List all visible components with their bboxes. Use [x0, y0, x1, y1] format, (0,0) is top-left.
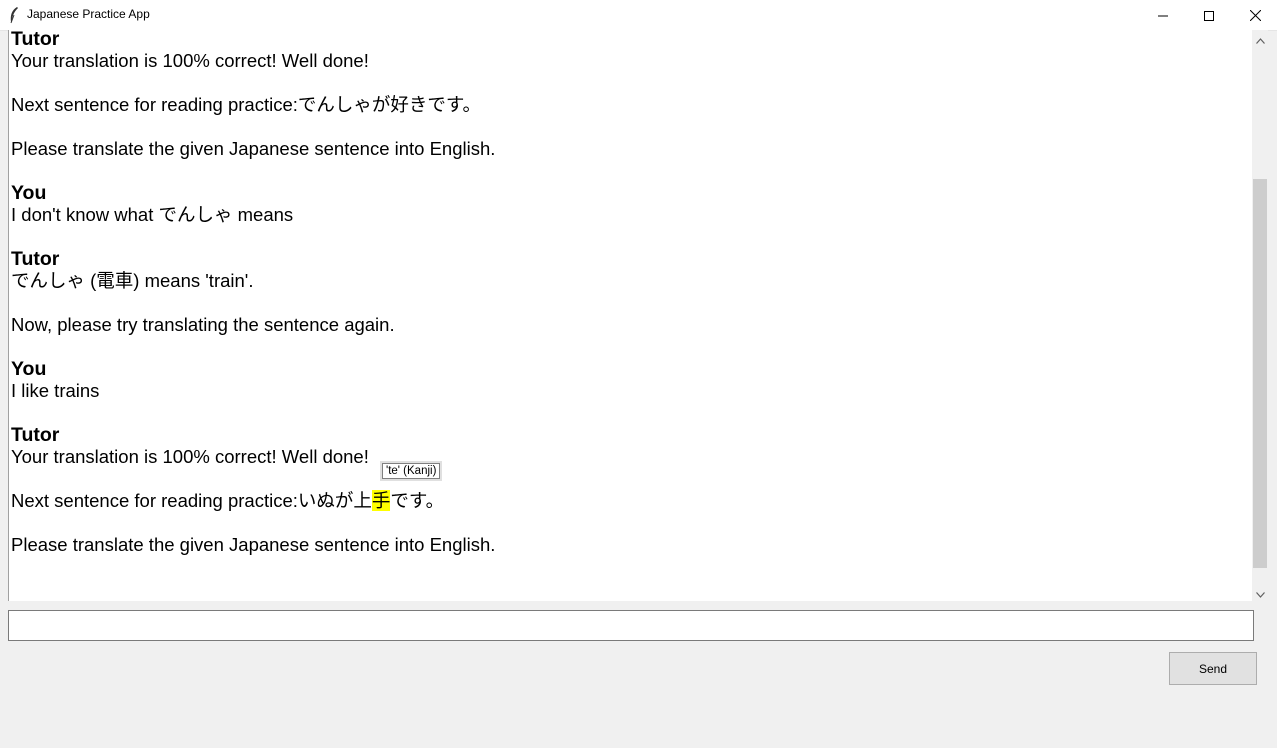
- practice-sentence-line: Next sentence for reading practice:いぬが上手…: [11, 490, 1241, 512]
- speaker-label: Tutor: [11, 248, 60, 270]
- scroll-thumb[interactable]: [1253, 178, 1267, 568]
- practice-text-end: です。: [390, 490, 445, 511]
- feather-icon: [8, 6, 20, 24]
- message-line: でんしゃ (電車) means 'train'.: [11, 270, 254, 291]
- window-title: Japanese Practice App: [27, 7, 150, 21]
- chevron-down-icon: [1255, 583, 1265, 602]
- scroll-down-button[interactable]: [1252, 584, 1268, 601]
- chat-scrollbar[interactable]: [1252, 30, 1268, 601]
- message-line: Please translate the given Japanese sent…: [11, 534, 496, 555]
- practice-text: Next sentence for reading practice:いぬが上: [11, 490, 372, 511]
- message-input[interactable]: [8, 610, 1254, 641]
- message-list: Tutor Your translation is 100% correct! W…: [11, 30, 1241, 556]
- close-button[interactable]: [1232, 0, 1277, 30]
- speaker-label: You: [11, 182, 47, 204]
- chat-log[interactable]: Tutor Your translation is 100% correct! W…: [8, 30, 1253, 601]
- message-line: Your translation is 100% correct! Well d…: [11, 50, 369, 71]
- speaker-label: Tutor: [11, 424, 60, 446]
- scroll-up-button[interactable]: [1252, 30, 1268, 47]
- title-bar: Japanese Practice App: [0, 0, 1277, 31]
- speaker-label: Tutor: [11, 30, 60, 50]
- minimize-button[interactable]: [1140, 0, 1186, 30]
- send-button[interactable]: Send: [1169, 652, 1257, 685]
- message-line: I don't know what でんしゃ means: [11, 204, 294, 225]
- message-line: I like trains: [11, 380, 100, 401]
- highlighted-kanji[interactable]: 手: [371, 490, 391, 511]
- message-line: Next sentence for reading practice:でんしゃが…: [11, 94, 482, 115]
- chevron-up-icon: [1255, 29, 1265, 48]
- maximize-button[interactable]: [1186, 0, 1232, 30]
- speaker-label: You: [11, 358, 47, 380]
- kanji-reading-tooltip: 'te' (Kanji): [380, 461, 443, 481]
- message-line: Your translation is 100% correct! Well d…: [11, 446, 369, 467]
- minimize-icon: [1158, 6, 1168, 25]
- message-line: Please translate the given Japanese sent…: [11, 138, 496, 159]
- close-icon: [1249, 6, 1261, 25]
- message-line: Now, please try translating the sentence…: [11, 314, 395, 335]
- maximize-icon: [1204, 6, 1214, 25]
- app-window: Japanese Practice App Tutor Your translat…: [0, 0, 1277, 748]
